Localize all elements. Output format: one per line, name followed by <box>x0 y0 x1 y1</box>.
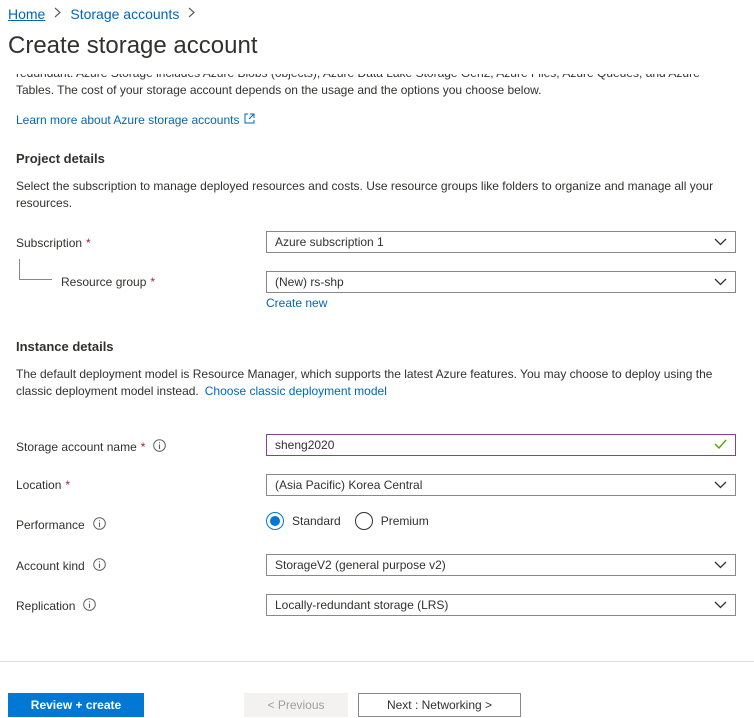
resource-group-select[interactable]: (New) rs-shp <box>266 271 736 293</box>
performance-premium-label[interactable]: Premium <box>381 514 429 528</box>
location-select[interactable]: (Asia Pacific) Korea Central <box>266 474 736 496</box>
subscription-select[interactable]: Azure subscription 1 <box>266 231 736 253</box>
chevron-right-icon <box>54 7 62 21</box>
subscription-label-text: Subscription <box>16 236 83 250</box>
info-icon[interactable] <box>153 439 167 455</box>
external-link-icon <box>244 113 255 127</box>
next-networking-button[interactable]: Next : Networking > <box>358 693 521 717</box>
chevron-down-icon <box>714 598 727 612</box>
performance-radio-group: Standard Premium <box>266 512 443 530</box>
subscription-value: Azure subscription 1 <box>275 235 384 249</box>
intro-text: redundant. Azure Storage includes Azure … <box>16 74 700 97</box>
chevron-down-icon <box>714 478 727 492</box>
account-kind-label-text: Account kind <box>16 559 85 573</box>
project-details-description: Select the subscription to manage deploy… <box>16 179 714 210</box>
info-icon[interactable] <box>92 558 106 574</box>
resource-group-label-text: Resource group <box>61 275 147 289</box>
location-label-text: Location <box>16 478 62 492</box>
required-marker: * <box>140 440 146 454</box>
breadcrumb-storage-accounts-link[interactable]: Storage accounts <box>70 6 179 22</box>
storage-account-name-label: Storage account name * <box>16 439 167 455</box>
instance-details-description: The default deployment model is Resource… <box>16 366 728 400</box>
info-icon[interactable] <box>92 517 106 533</box>
form-scroll-area[interactable]: redundant. Azure Storage includes Azure … <box>0 74 754 660</box>
account-kind-value: StorageV2 (general purpose v2) <box>275 558 446 572</box>
footer-divider <box>0 661 754 662</box>
performance-standard-radio[interactable] <box>266 512 284 530</box>
replication-value: Locally-redundant storage (LRS) <box>275 598 449 612</box>
check-icon <box>714 438 727 452</box>
page-title: Create storage account <box>8 32 258 59</box>
account-kind-select[interactable]: StorageV2 (general purpose v2) <box>266 554 736 576</box>
resource-group-value: (New) rs-shp <box>275 275 344 289</box>
performance-premium-radio[interactable] <box>354 512 373 530</box>
learn-more-link[interactable]: Learn more about Azure storage accounts <box>16 113 255 127</box>
replication-label-text: Replication <box>16 599 76 613</box>
previous-button[interactable]: < Previous <box>244 693 348 717</box>
info-icon[interactable] <box>83 598 97 614</box>
location-value: (Asia Pacific) Korea Central <box>275 478 423 492</box>
chevron-right-icon <box>188 7 196 21</box>
chevron-down-icon <box>714 558 727 572</box>
performance-label: Performance <box>16 517 106 533</box>
classic-deployment-link[interactable]: Choose classic deployment model <box>205 384 387 398</box>
breadcrumb: Home Storage accounts <box>8 6 204 22</box>
performance-label-text: Performance <box>16 518 85 532</box>
location-label: Location * <box>16 478 70 492</box>
storage-account-name-label-text: Storage account name <box>16 440 137 454</box>
review-create-button[interactable]: Review + create <box>8 693 144 717</box>
performance-standard-label[interactable]: Standard <box>292 514 341 528</box>
project-details-heading: Project details <box>16 151 105 166</box>
account-kind-label: Account kind <box>16 558 106 574</box>
required-marker: * <box>86 236 91 250</box>
instance-details-heading: Instance details <box>16 339 114 354</box>
breadcrumb-home-link[interactable]: Home <box>8 6 45 22</box>
storage-account-name-input[interactable]: sheng2020 <box>266 434 736 456</box>
replication-select[interactable]: Locally-redundant storage (LRS) <box>266 594 736 616</box>
storage-account-name-value: sheng2020 <box>275 438 335 452</box>
resource-group-label: Resource group * <box>61 275 155 289</box>
replication-label: Replication <box>16 598 97 614</box>
chevron-down-icon <box>714 275 727 289</box>
chevron-down-icon <box>714 235 727 249</box>
create-new-link[interactable]: Create new <box>266 296 327 310</box>
subscription-label: Subscription * <box>16 236 91 250</box>
required-marker: * <box>65 478 71 492</box>
required-marker: * <box>150 275 156 289</box>
learn-more-label: Learn more about Azure storage accounts <box>16 113 240 127</box>
tree-connector <box>19 259 52 280</box>
